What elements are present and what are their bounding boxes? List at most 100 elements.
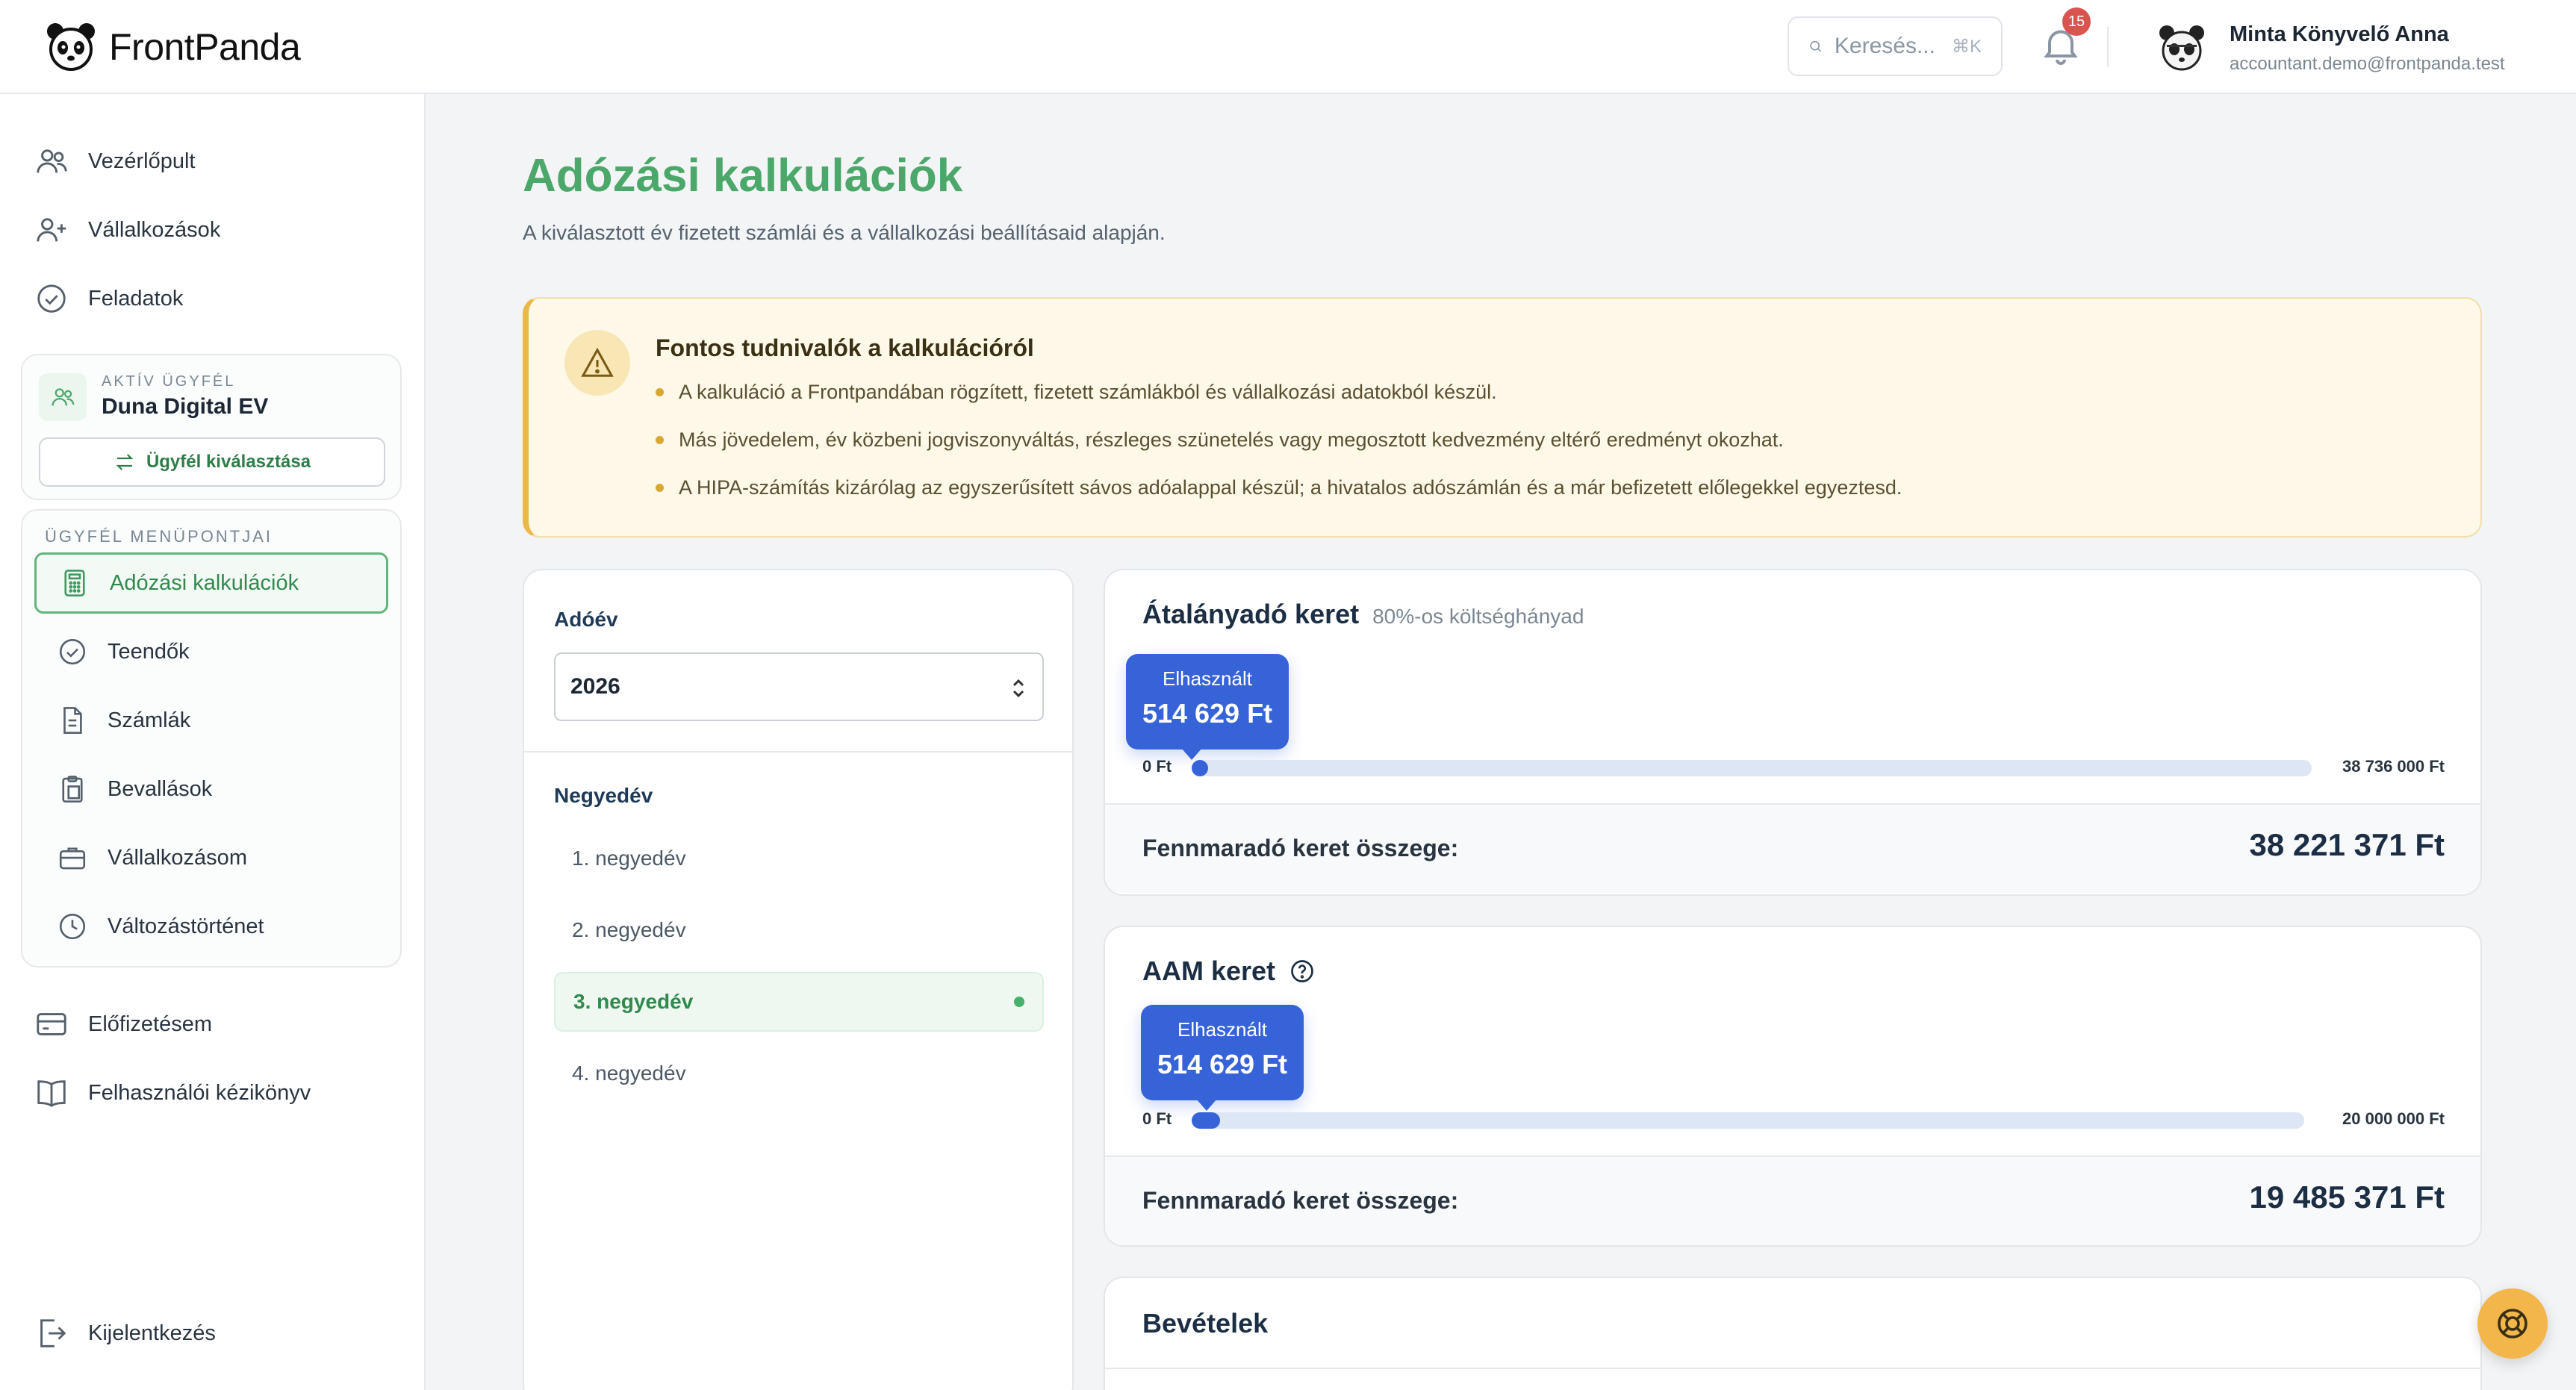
divider (1105, 1368, 2480, 1369)
bullet-icon (656, 436, 664, 444)
sidebar-item-label: Vállalkozások (88, 217, 221, 242)
sidebar-item-my-business[interactable]: Vállalkozásom (34, 827, 388, 888)
select-client-label: Ügyfél kiválasztása (146, 452, 311, 472)
progress-min-label: 0 Ft (1142, 1109, 1172, 1128)
client-menu: ÜGYFÉL MENÜPONTJAI Adózási kalkulációk T… (21, 509, 402, 967)
sidebar-item-history[interactable]: Változástörténet (34, 896, 388, 957)
user-plus-icon (37, 218, 66, 242)
check-circle-icon (59, 638, 86, 665)
quarter-option-3[interactable]: 3. negyedév (554, 972, 1044, 1032)
flat-tax-frame-card: Átalányadó keret 80%-os költséghányad El… (1104, 569, 2482, 896)
logout-label: Kijelentkezés (88, 1321, 216, 1345)
help-button[interactable] (2477, 1288, 2548, 1359)
sidebar-item-label: Vállalkozásom (108, 845, 247, 870)
calculator-icon (64, 570, 85, 596)
progress-fill (1192, 1112, 1220, 1129)
quarter-option-1[interactable]: 1. negyedév (554, 829, 1044, 888)
sidebar-item-label: Teendők (108, 639, 190, 664)
sidebar-item-label: Számlák (108, 708, 191, 732)
used-label: Elhasznált (1177, 1018, 1267, 1041)
users-icon (37, 149, 67, 173)
sidebar-item-label: Adózási kalkulációk (110, 570, 299, 595)
income-card: Bevételek (1104, 1277, 2482, 1390)
logo-text: FrontPanda (109, 26, 301, 68)
search-icon (1810, 40, 1822, 52)
bullet-icon (656, 484, 664, 492)
search-input[interactable]: Keresés... ⌘K (1788, 16, 2003, 76)
logo[interactable]: FrontPanda (45, 21, 301, 73)
progress-track (1192, 760, 2312, 776)
top-header: FrontPanda Keresés... ⌘K 15 Minta Könyve… (0, 0, 2576, 94)
client-icon-wrap (39, 373, 87, 421)
sidebar-item-todos[interactable]: Teendők (34, 621, 388, 682)
notice-box: Fontos tudnivalók a kalkulációról A kalk… (523, 297, 2482, 537)
progress-track (1192, 1112, 2304, 1129)
users-icon (52, 388, 75, 406)
active-client-name: Duna Digital EV (102, 394, 269, 419)
swap-arrows-icon (116, 454, 134, 470)
select-client-button[interactable]: Ügyfél kiválasztása (39, 437, 385, 487)
sidebar-item-invoices[interactable]: Számlák (34, 690, 388, 751)
frame-title: Átalányadó keret 80%-os költséghányad (1142, 599, 1584, 630)
progress-max-label: 38 736 000 Ft (2342, 757, 2445, 776)
sidebar-item-tax-calculations[interactable]: Adózási kalkulációk (34, 552, 388, 614)
credit-card-icon (37, 1013, 66, 1035)
quarter-option-4[interactable]: 4. negyedév (554, 1044, 1044, 1103)
page-title: Adózási kalkulációk (523, 150, 963, 202)
quarter-option-label: 2. negyedév (572, 918, 686, 941)
avatar[interactable] (2156, 22, 2207, 73)
frame-title-text: AAM keret (1142, 956, 1276, 986)
page-subtitle: A kiválasztott év fizetett számlái és a … (523, 221, 1166, 244)
sidebar-item-label: Előfizetésem (88, 1012, 213, 1036)
quarter-option-label: 4. negyedév (572, 1062, 686, 1085)
sidebar-item-label: Vezérlőpult (88, 149, 196, 173)
sidebar-item-returns[interactable]: Bevallások (34, 758, 388, 820)
notice-title: Fontos tudnivalók a kalkulációról (656, 334, 1034, 361)
used-value: 514 629 Ft (1157, 1049, 1288, 1079)
sidebar-item-tasks[interactable]: Feladatok (34, 276, 183, 321)
sidebar-item-subscription[interactable]: Előfizetésem (34, 1002, 212, 1047)
header-divider (2107, 27, 2109, 67)
bullet-icon (656, 388, 664, 396)
year-label: Adóév (554, 608, 618, 631)
selected-dot-icon (1014, 997, 1024, 1007)
notice-item-text: A HIPA-számítás kizárólag az egyszerűsít… (679, 476, 1903, 499)
notice-item: A kalkuláció a Frontpandában rögzített, … (656, 381, 1497, 404)
quarter-option-2[interactable]: 2. negyedév (554, 900, 1044, 960)
remaining-row: Fennmaradó keret összege: 19 485 371 Ft (1105, 1156, 2480, 1245)
clock-icon (59, 913, 86, 940)
notice-item: Más jövedelem, év közbeni jogviszonyvált… (656, 428, 1784, 452)
progress-max-label: 20 000 000 Ft (2342, 1109, 2445, 1128)
logout-button[interactable]: Kijelentkezés (34, 1311, 216, 1356)
remaining-value: 38 221 371 Ft (2249, 827, 2445, 862)
clipboard-icon (62, 776, 83, 802)
sidebar-item-label: Bevallások (108, 776, 213, 801)
divider (524, 751, 1072, 752)
sidebar-item-dashboard[interactable]: Vezérlőpult (34, 139, 196, 184)
notice-item-text: A kalkuláció a Frontpandában rögzített, … (679, 381, 1497, 403)
remaining-value: 19 485 371 Ft (2249, 1179, 2445, 1215)
used-amount-tooltip: Elhasznált 514 629 Ft (1126, 654, 1289, 760)
year-select[interactable]: 2026 (554, 652, 1044, 721)
frame-subtitle: 80%-os költséghányad (1372, 605, 1584, 628)
period-filter-card: Adóév 2026 Negyedév 1. negyedév 2. negye… (523, 569, 1074, 1390)
notification-badge: 15 (2062, 7, 2091, 36)
active-client-card: AKTÍV ÜGYFÉL Duna Digital EV Ügyfél kivá… (21, 354, 402, 500)
used-amount-tooltip: Elhasznált 514 629 Ft (1141, 1005, 1304, 1111)
frame-title: AAM keret (1142, 956, 1316, 987)
sidebar-item-user-manual[interactable]: Felhasználói kézikönyv (34, 1070, 311, 1115)
quarter-option-label: 1. negyedév (572, 847, 686, 870)
chevron-updown-icon (1012, 679, 1024, 698)
remaining-label: Fennmaradó keret összege: (1142, 1187, 1459, 1214)
help-circle-icon[interactable] (1289, 958, 1316, 985)
progress-min-label: 0 Ft (1142, 757, 1172, 776)
logout-icon (40, 1319, 66, 1347)
notice-item-text: Más jövedelem, év közbeni jogviszonyvált… (679, 428, 1784, 451)
sidebar-item-label: Felhasználói kézikönyv (88, 1080, 311, 1105)
lifebuoy-icon (2498, 1309, 2527, 1338)
active-client-label: AKTÍV ÜGYFÉL (102, 373, 236, 390)
sidebar-item-label: Változástörténet (108, 914, 264, 938)
sidebar-item-businesses[interactable]: Vállalkozások (34, 208, 220, 252)
used-label: Elhasznált (1163, 667, 1252, 690)
briefcase-icon (59, 847, 86, 870)
